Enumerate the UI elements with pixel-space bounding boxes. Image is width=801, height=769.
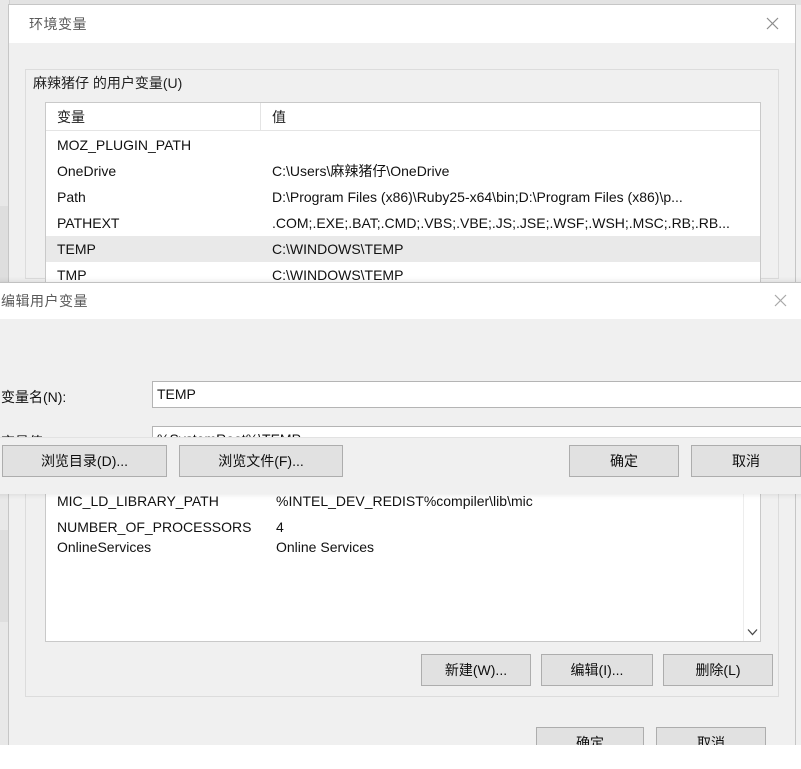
edit-dialog-titlebar: 编辑用户变量 (0, 283, 801, 319)
cell-value: C:\Users\麻辣猪仔\OneDrive (272, 163, 450, 179)
cell-value: C:\WINDOWS\TEMP (272, 241, 404, 257)
close-icon[interactable] (757, 283, 801, 318)
table-row[interactable]: PATHEXT .COM;.EXE;.BAT;.CMD;.VBS;.VBE;.J… (46, 210, 760, 236)
cell-variable: MOZ_PLUGIN_PATH (57, 137, 192, 153)
page-title: 环境变量 (29, 16, 87, 32)
variable-name-input[interactable]: TEMP (152, 381, 801, 408)
cell-value: 4 (276, 519, 284, 535)
cell-variable: NUMBER_OF_PROCESSORS (57, 519, 252, 535)
edit-ok-button[interactable]: 确定 (569, 445, 679, 477)
delete-system-variable-button[interactable]: 删除(L) (663, 654, 773, 686)
cell-variable: PATHEXT (57, 215, 120, 231)
cell-value: D:\Program Files (x86)\Ruby25-x64\bin;D:… (272, 189, 683, 205)
new-system-variable-button[interactable]: 新建(W)... (421, 654, 531, 686)
variable-name-label: 变量名(N): (1, 389, 67, 405)
table-row[interactable]: OneDrive C:\Users\麻辣猪仔\OneDrive (46, 158, 760, 184)
titlebar: 环境变量 (9, 5, 795, 43)
screen: 环境变量 麻辣猪仔 的用户变量(U) 变量 值 MOZ_PLUGIN_PATH (0, 0, 801, 769)
cell-value: C:\WINDOWS\TEMP (272, 267, 404, 283)
table-row[interactable]: Path D:\Program Files (x86)\Ruby25-x64\b… (46, 184, 760, 210)
chevron-down-icon[interactable] (744, 623, 760, 641)
edit-cancel-button[interactable]: 取消 (691, 445, 801, 477)
edit-dialog-body: 变量名(N): TEMP 变量值(V): %SystemRoot%\TEMP (0, 319, 801, 453)
browse-directory-button[interactable]: 浏览目录(D)... (2, 445, 167, 477)
cell-variable: OnlineServices (57, 540, 152, 553)
table-header: 变量 值 (46, 103, 760, 131)
browse-file-button[interactable]: 浏览文件(F)... (179, 445, 343, 477)
cell-value: .COM;.EXE;.BAT;.CMD;.VBS;.VBE;.JS;.JSE;.… (272, 215, 730, 231)
table-row[interactable]: MOZ_PLUGIN_PATH (46, 132, 760, 158)
cell-value (261, 132, 760, 158)
user-variables-label: 麻辣猪仔 的用户变量(U) (29, 73, 188, 93)
edit-dialog-title: 编辑用户变量 (1, 293, 88, 309)
desktop-background-bottom (0, 745, 801, 769)
column-header-variable[interactable]: 变量 (46, 103, 261, 131)
cell-value: Online Services (276, 540, 375, 553)
table-row[interactable]: NUMBER_OF_PROCESSORS 4 (46, 514, 760, 540)
edit-user-variable-dialog: 编辑用户变量 变量名(N): TEMP 变量值(V): %SystemRoot%… (0, 282, 801, 494)
column-header-value[interactable]: 值 (261, 103, 760, 131)
cell-variable: TEMP (57, 241, 96, 257)
cell-variable: OneDrive (57, 163, 117, 179)
table-body: MOZ_PLUGIN_PATH OneDrive C:\Users\麻辣猪仔\O… (46, 131, 760, 283)
edit-system-variable-button[interactable]: 编辑(I)... (541, 654, 653, 686)
cell-variable: TMP (57, 267, 87, 283)
table-row-selected[interactable]: TEMP C:\WINDOWS\TEMP (46, 236, 760, 262)
cell-variable: Path (57, 189, 86, 205)
table-row[interactable]: TMP C:\WINDOWS\TEMP (46, 262, 760, 283)
table-row[interactable]: OnlineServices Online Services (46, 540, 760, 553)
close-icon[interactable] (749, 5, 795, 42)
user-variables-table[interactable]: 变量 值 MOZ_PLUGIN_PATH OneDrive C:\Users\麻… (45, 102, 761, 284)
